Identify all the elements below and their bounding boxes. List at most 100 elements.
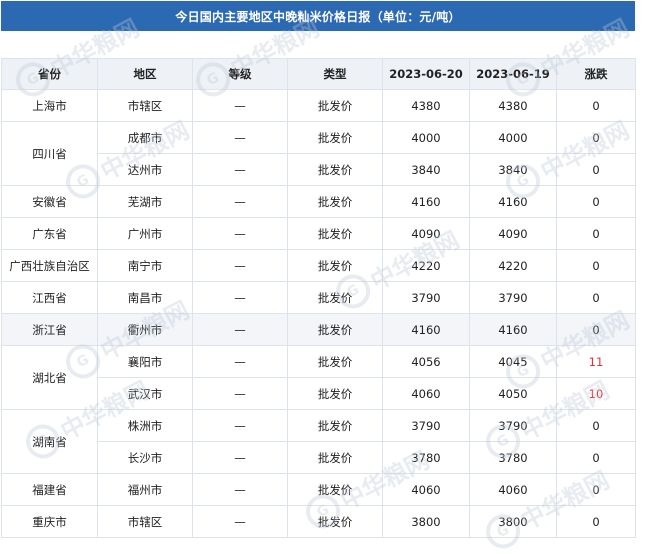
city-cell: 福州市 xyxy=(97,473,193,506)
grade-cell: — xyxy=(192,313,288,346)
grade-cell: — xyxy=(192,217,288,250)
city-cell: 达州市 xyxy=(97,153,193,186)
change-cell: 0 xyxy=(556,185,636,218)
price-cell-date-2: 4050 xyxy=(469,377,557,410)
city-cell: 广州市 xyxy=(97,217,193,250)
price-type-cell: 批发价 xyxy=(287,153,383,186)
city-cell: 襄阳市 xyxy=(97,345,193,378)
province-cell: 重庆市 xyxy=(1,505,98,538)
change-cell: 0 xyxy=(556,121,636,154)
change-cell: 0 xyxy=(556,473,636,506)
price-cell-date-1: 3840 xyxy=(382,153,470,186)
table-row: 湖北省 襄阳市 — 批发价 4056 4045 11 xyxy=(1,345,636,410)
table-row: 广西壮族自治区 南宁市 — 批发价 4220 4220 0 xyxy=(1,249,636,282)
province-cell: 浙江省 xyxy=(1,313,98,346)
city-cell: 南宁市 xyxy=(97,249,193,282)
province-cell: 安徽省 xyxy=(1,185,98,218)
price-cell-date-2: 4160 xyxy=(469,313,557,346)
price-cell-date-2: 3790 xyxy=(469,281,557,314)
price-type-cell: 批发价 xyxy=(287,441,383,474)
price-type-cell: 批发价 xyxy=(287,345,383,378)
city-cell: 成都市 xyxy=(97,121,193,154)
price-type-cell: 批发价 xyxy=(287,409,383,442)
table-row: 福建省 福州市 — 批发价 4060 4060 0 xyxy=(1,473,636,506)
table-row: 长沙市 — 批发价 3780 3780 0 xyxy=(2,441,636,474)
city-cell: 南昌市 xyxy=(97,281,193,314)
province-cell: 上海市 xyxy=(1,89,98,122)
change-cell: 0 xyxy=(556,217,636,250)
grade-cell: — xyxy=(192,505,288,538)
change-cell: 11 xyxy=(556,345,636,378)
price-cell-date-2: 4380 xyxy=(469,89,557,122)
header-grade: 等级 xyxy=(192,58,288,90)
price-cell-date-2: 4045 xyxy=(469,345,557,378)
table-row: 重庆市 市辖区 — 批发价 3800 3800 0 xyxy=(1,505,636,538)
price-cell-date-2: 4060 xyxy=(469,473,557,506)
price-cell-date-1: 4056 xyxy=(382,345,470,378)
price-cell-date-2: 3790 xyxy=(469,409,557,442)
price-cell-date-1: 4160 xyxy=(382,185,470,218)
change-cell: 0 xyxy=(556,313,636,346)
header-row: 省份 地区 等级 类型 2023-06-20 2023-06-19 涨跌 xyxy=(1,58,636,90)
grade-cell: — xyxy=(192,377,288,410)
province-cell: 四川省 xyxy=(1,121,98,186)
city-cell: 市辖区 xyxy=(97,505,193,538)
header-type: 类型 xyxy=(287,58,383,90)
province-cell: 江西省 xyxy=(1,281,98,314)
change-cell: 0 xyxy=(556,249,636,282)
title-gap xyxy=(1,31,635,58)
city-cell: 市辖区 xyxy=(97,89,193,122)
header-city: 地区 xyxy=(97,58,193,90)
table-row: 江西省 南昌市 — 批发价 3790 3790 0 xyxy=(1,281,636,314)
price-type-cell: 批发价 xyxy=(287,281,383,314)
price-cell-date-1: 4000 xyxy=(382,121,470,154)
province-cell: 广西壮族自治区 xyxy=(1,249,98,282)
grade-cell: — xyxy=(192,185,288,218)
header-date-2: 2023-06-19 xyxy=(469,58,557,90)
grade-cell: — xyxy=(192,441,288,474)
province-cell: 福建省 xyxy=(1,473,98,506)
province-cell: 湖北省 xyxy=(1,345,98,410)
price-cell-date-1: 4060 xyxy=(382,377,470,410)
table-row: 上海市 市辖区 — 批发价 4380 4380 0 xyxy=(1,89,636,122)
change-cell: 0 xyxy=(556,281,636,314)
price-type-cell: 批发价 xyxy=(287,377,383,410)
change-cell: 0 xyxy=(556,409,636,442)
table-row: 广东省 广州市 — 批发价 4090 4090 0 xyxy=(1,217,636,250)
province-cell: 湖南省 xyxy=(1,409,98,474)
city-cell: 衢州市 xyxy=(97,313,193,346)
table-row: 浙江省 衢州市 — 批发价 4160 4160 0 xyxy=(1,313,636,346)
price-cell-date-2: 4160 xyxy=(469,185,557,218)
grade-cell: — xyxy=(192,473,288,506)
price-cell-date-1: 4220 xyxy=(382,249,470,282)
price-cell-date-1: 3800 xyxy=(382,505,470,538)
table-row: 四川省 成都市 — 批发价 4000 4000 0 xyxy=(1,121,636,186)
report-title: 今日国内主要地区中晚籼米价格日报（单位：元/吨） xyxy=(1,1,635,31)
grade-cell: — xyxy=(192,409,288,442)
table-body: 上海市 市辖区 — 批发价 4380 4380 0 四川省 成都市 — 批发价 4000 4000 0 达州… xyxy=(1,89,636,538)
price-cell-date-1: 4380 xyxy=(382,89,470,122)
price-cell-date-1: 4060 xyxy=(382,473,470,506)
price-cell-date-1: 3790 xyxy=(382,409,470,442)
price-type-cell: 批发价 xyxy=(287,185,383,218)
price-type-cell: 批发价 xyxy=(287,505,383,538)
price-cell-date-2: 3780 xyxy=(469,441,557,474)
price-type-cell: 批发价 xyxy=(287,89,383,122)
price-cell-date-1: 4090 xyxy=(382,217,470,250)
grade-cell: — xyxy=(192,249,288,282)
change-cell: 0 xyxy=(556,441,636,474)
table-row: 安徽省 芜湖市 — 批发价 4160 4160 0 xyxy=(1,185,636,218)
grade-cell: — xyxy=(192,281,288,314)
city-cell: 武汉市 xyxy=(97,377,193,410)
price-type-cell: 批发价 xyxy=(287,313,383,346)
change-cell: 0 xyxy=(556,89,636,122)
grade-cell: — xyxy=(192,89,288,122)
price-cell-date-1: 3780 xyxy=(382,441,470,474)
table-row: 达州市 — 批发价 3840 3840 0 xyxy=(2,153,636,186)
grade-cell: — xyxy=(192,153,288,186)
price-cell-date-2: 4090 xyxy=(469,217,557,250)
change-cell: 10 xyxy=(556,377,636,410)
grade-cell: — xyxy=(192,121,288,154)
grade-cell: — xyxy=(192,345,288,378)
province-cell: 广东省 xyxy=(1,217,98,250)
